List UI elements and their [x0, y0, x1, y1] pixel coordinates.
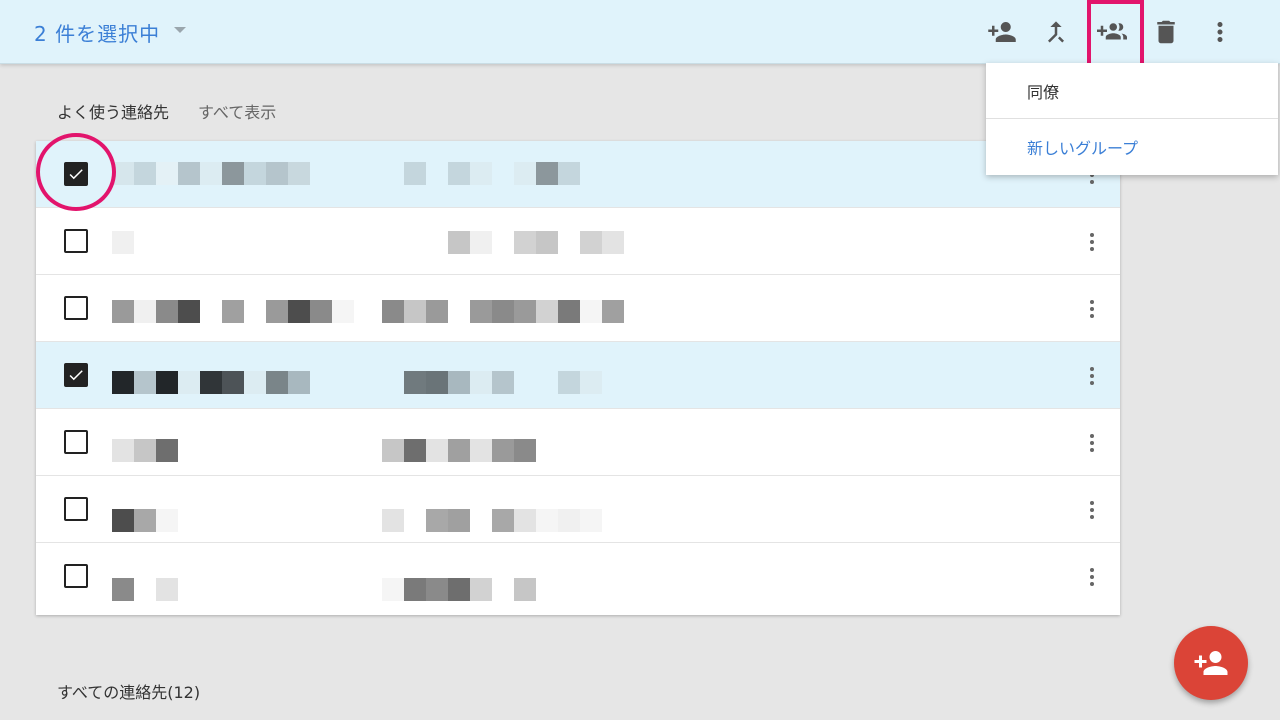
frequent-contacts-heading: よく使う連絡先: [57, 103, 170, 122]
row-more-icon[interactable]: [1084, 431, 1100, 455]
contact-name-redacted: [112, 578, 178, 601]
contact-email-redacted: [404, 162, 580, 185]
row-checkbox[interactable]: [64, 363, 88, 387]
all-contacts-heading: すべての連絡先(12): [57, 683, 201, 702]
delete-icon[interactable]: [1150, 16, 1182, 48]
row-checkbox[interactable]: [64, 497, 88, 521]
row-more-icon[interactable]: [1084, 364, 1100, 388]
contact-name-redacted: [112, 231, 134, 254]
add-person-icon: [1194, 651, 1228, 675]
selection-dropdown-icon[interactable]: [174, 27, 186, 33]
contact-row[interactable]: [36, 342, 1120, 409]
contact-row[interactable]: [36, 476, 1120, 543]
row-more-icon[interactable]: [1084, 498, 1100, 522]
row-checkbox[interactable]: [64, 229, 88, 253]
merge-icon[interactable]: [1040, 16, 1072, 48]
contact-email-redacted: [404, 371, 602, 394]
selection-count-title[interactable]: 2 件を選択中: [34, 18, 160, 47]
add-contact-fab[interactable]: [1174, 626, 1248, 700]
menu-item-new-group[interactable]: 新しいグループ: [986, 119, 1278, 175]
contact-name-redacted: [112, 371, 310, 394]
contact-name-redacted: [112, 509, 178, 532]
contact-email-redacted: [382, 509, 602, 532]
contact-name-redacted: [112, 439, 178, 462]
frequent-contacts-list: [36, 141, 1120, 615]
contact-email-redacted: [382, 578, 536, 601]
contact-row[interactable]: [36, 409, 1120, 476]
contact-email-redacted: [448, 231, 624, 254]
row-checkbox[interactable]: [64, 296, 88, 320]
add-contact-icon[interactable]: [986, 16, 1018, 48]
contact-row[interactable]: [36, 543, 1120, 610]
show-all-link[interactable]: すべて表示: [198, 99, 276, 123]
contact-row[interactable]: [36, 275, 1120, 342]
row-checkbox[interactable]: [64, 430, 88, 454]
contact-row[interactable]: [36, 208, 1120, 275]
contact-email-redacted: [382, 300, 624, 323]
row-more-icon[interactable]: [1084, 230, 1100, 254]
more-vert-icon[interactable]: [1204, 16, 1236, 48]
menu-item-coworkers[interactable]: 同僚: [986, 63, 1278, 119]
row-more-icon[interactable]: [1084, 297, 1100, 321]
row-checkbox[interactable]: [64, 564, 88, 588]
contact-name-redacted: [112, 300, 354, 323]
group-dropdown-menu: 同僚 新しいグループ: [986, 63, 1278, 175]
row-more-icon[interactable]: [1084, 565, 1100, 589]
checkbox-highlight-circle: [36, 133, 116, 211]
contact-email-redacted: [382, 439, 536, 462]
contact-name-redacted: [112, 162, 310, 185]
contact-row[interactable]: [36, 141, 1120, 208]
